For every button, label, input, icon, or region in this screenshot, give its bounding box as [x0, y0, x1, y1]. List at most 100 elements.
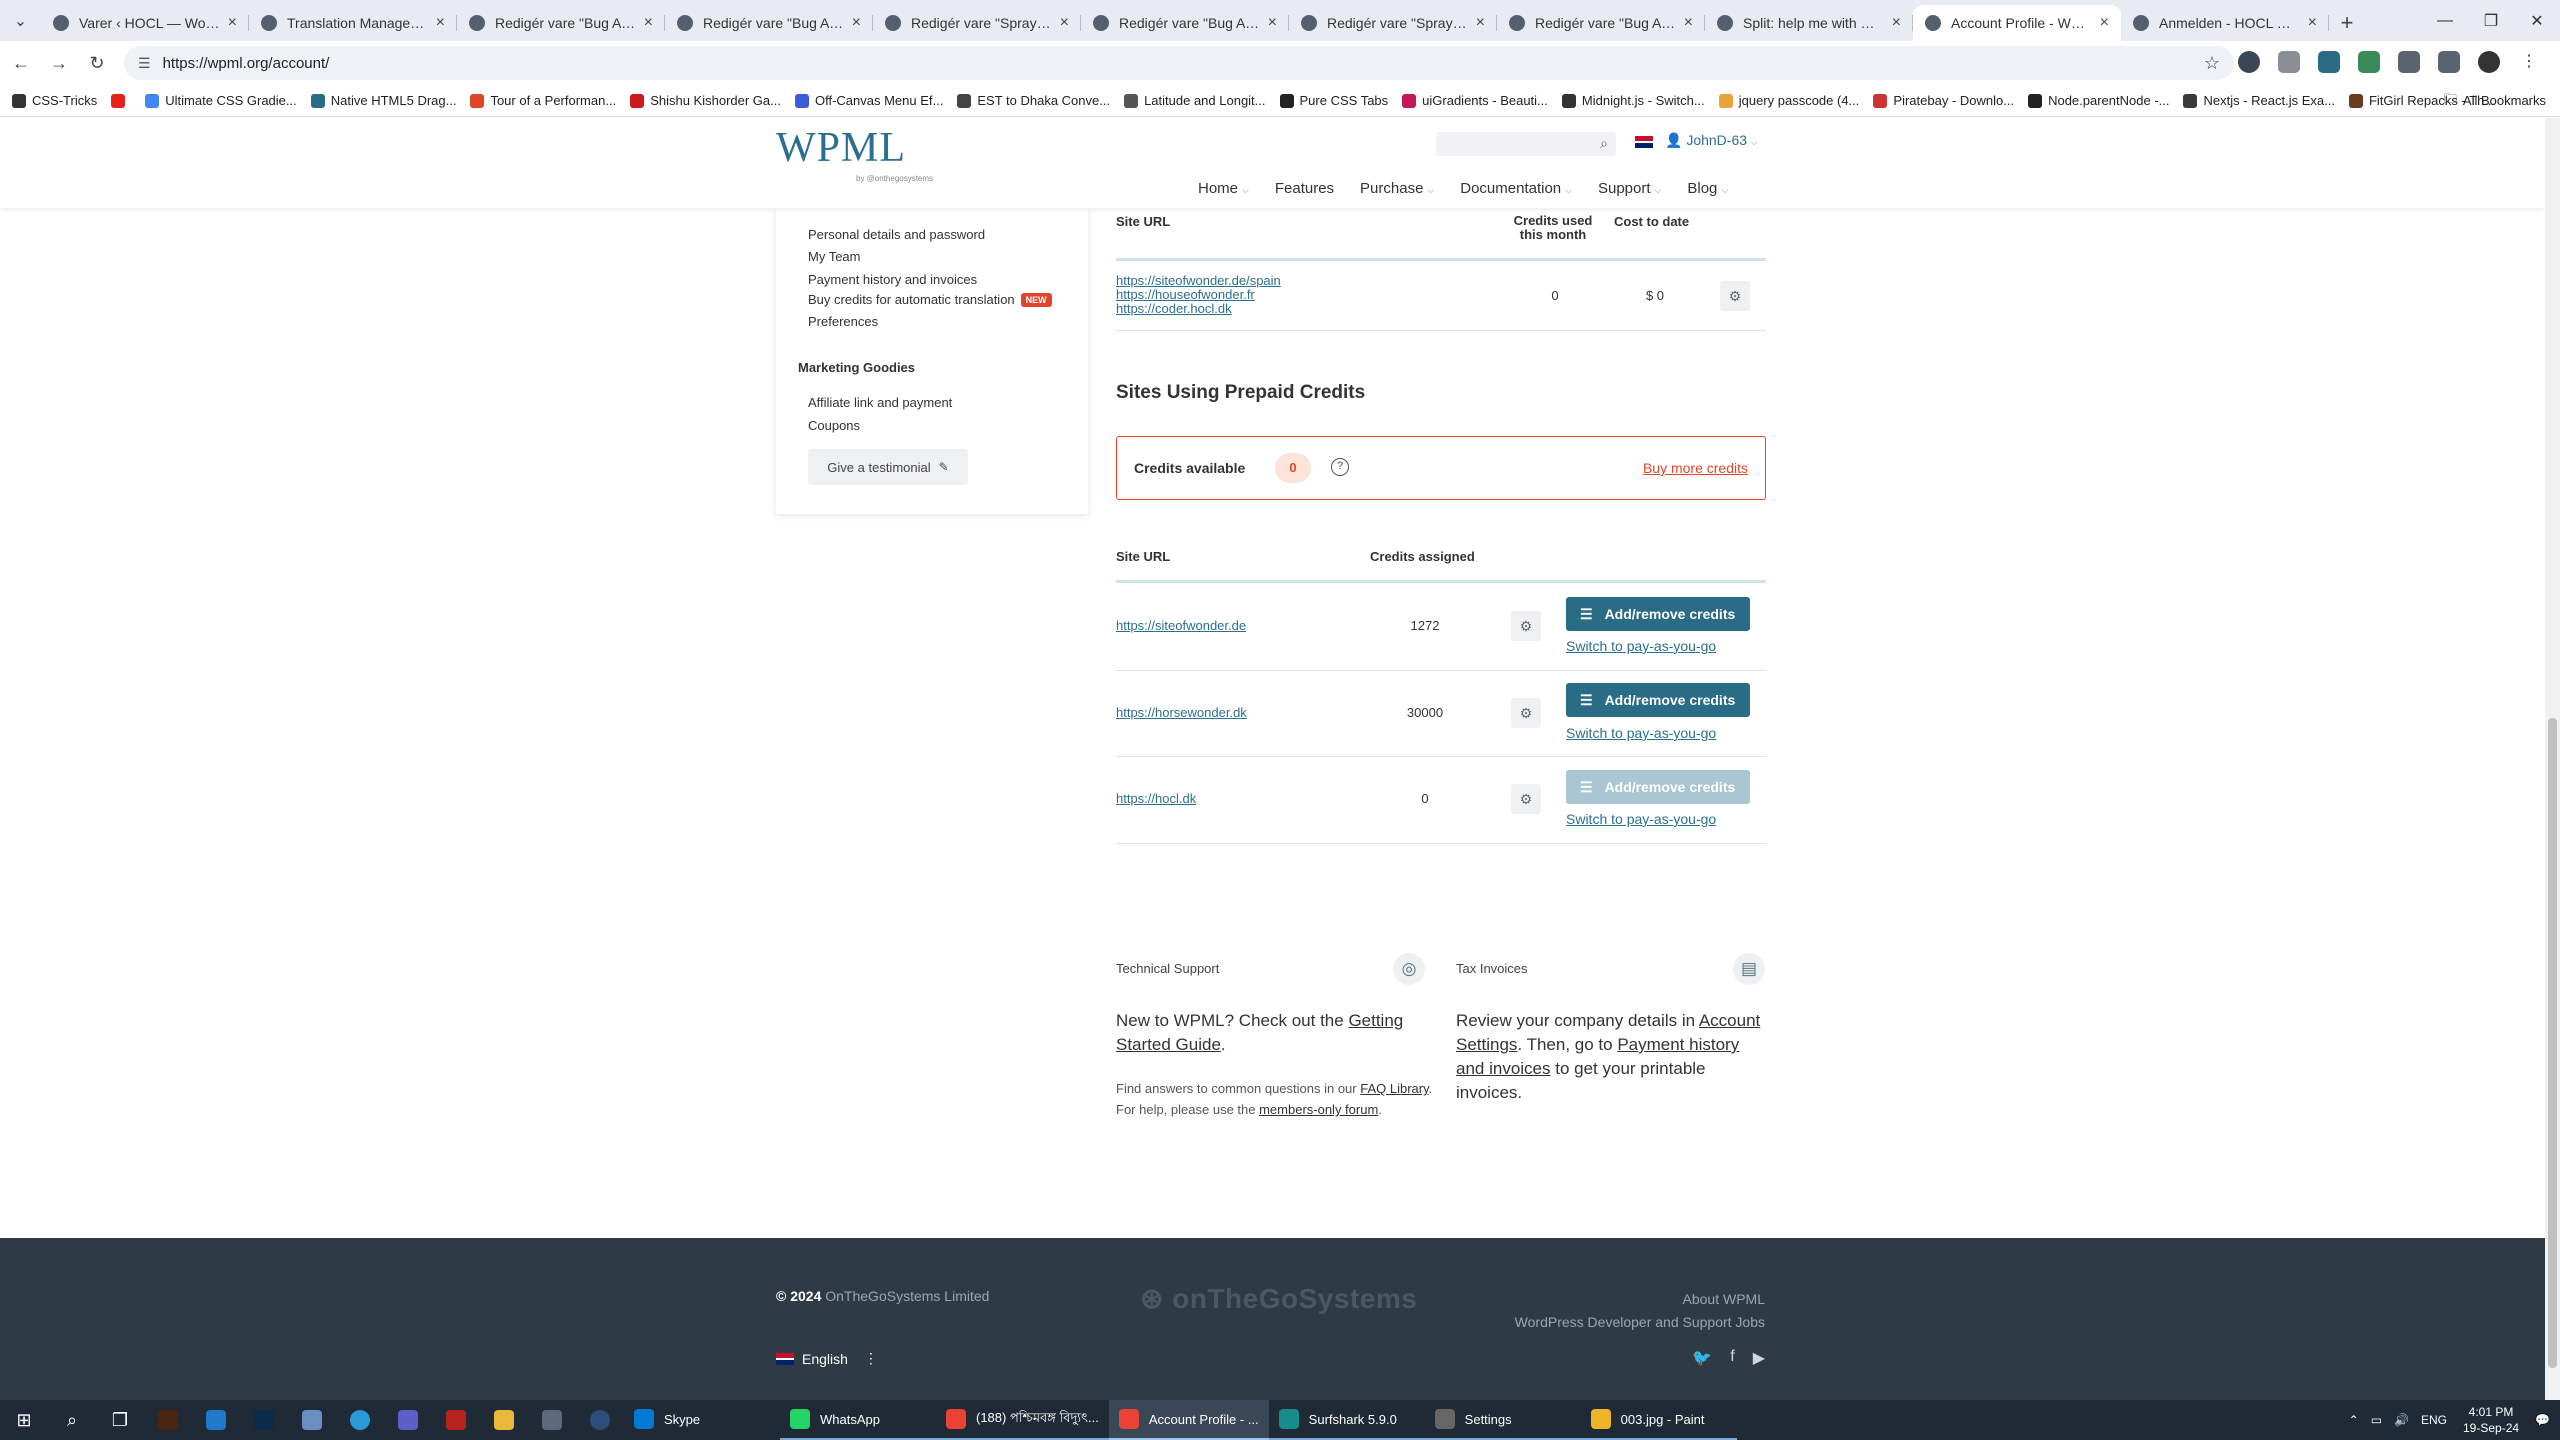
menu-kebab-icon[interactable]: ⋮	[2518, 51, 2540, 73]
extension-icon[interactable]	[2238, 51, 2260, 73]
tab-close-icon[interactable]: ×	[1684, 14, 1693, 32]
switch-to-payg-link[interactable]: Switch to pay-as-you-go	[1566, 725, 1716, 741]
give-testimonial-button[interactable]: Give a testimonial ✎	[808, 449, 968, 485]
sidebar-link-preferences[interactable]: Preferences	[808, 314, 878, 329]
tab-close-icon[interactable]: ×	[2308, 14, 2317, 32]
taskbar-app[interactable]: Settings	[1424, 1400, 1581, 1440]
sidebar-link-buy-credits[interactable]: Buy credits for automatic translation NEW	[808, 292, 1052, 307]
extension-icon[interactable]	[2318, 51, 2340, 73]
bookmark-item[interactable]: EST to Dhaka Conve...	[957, 93, 1110, 108]
site-info-icon[interactable]: ☰	[138, 55, 151, 72]
profile-avatar[interactable]	[2478, 51, 2500, 73]
bookmark-item[interactable]: Midnight.js - Switch...	[1561, 93, 1705, 108]
start-icon[interactable]: ⊞	[0, 1400, 48, 1440]
file-explorer-icon[interactable]	[480, 1400, 528, 1440]
twitter-icon[interactable]: 🐦	[1692, 1348, 1712, 1368]
tab-close-icon[interactable]: ×	[852, 14, 861, 32]
sidebar-link-coupons[interactable]: Coupons	[808, 418, 860, 433]
bookmark-item[interactable]: uiGradients - Beauti...	[1402, 93, 1548, 108]
browser-tab[interactable]: Translation Management ×	[249, 5, 457, 41]
bookmark-item[interactable]: Node.parentNode -...	[2028, 93, 2169, 108]
tab-close-icon[interactable]: ×	[228, 14, 237, 32]
edge-icon[interactable]	[336, 1400, 384, 1440]
close-window-button[interactable]: ✕	[2514, 0, 2560, 41]
bookmark-item[interactable]: Ultimate CSS Gradie...	[145, 93, 297, 108]
tab-close-icon[interactable]: ×	[644, 14, 653, 32]
bookmark-item[interactable]: Tour of a Performan...	[470, 93, 616, 108]
nav-item[interactable]: Purchase ⌵	[1360, 180, 1434, 197]
browser-tab[interactable]: Redigér vare "Spray anti- ×	[873, 5, 1081, 41]
company-link[interactable]: OnTheGoSystems Limited	[825, 1288, 989, 1304]
page-scrollbar[interactable]	[2545, 118, 2560, 1403]
payg-site-link[interactable]: https://coder.hocl.dk	[1116, 302, 1281, 316]
all-bookmarks-folder[interactable]: 🗀 All Bookmarks	[2444, 90, 2546, 112]
minimize-button[interactable]: —	[2422, 0, 2468, 41]
teams-icon[interactable]	[384, 1400, 432, 1440]
taskbar-app[interactable]: Account Profile - ...	[1108, 1400, 1269, 1440]
facebook-icon[interactable]: f	[1730, 1348, 1734, 1368]
payg-site-link[interactable]: https://siteofwonder.de/spain	[1116, 274, 1281, 288]
sidebar-link-personal-details[interactable]: Personal details and password	[808, 227, 985, 242]
switch-to-payg-link[interactable]: Switch to pay-as-you-go	[1566, 638, 1716, 654]
jobs-link[interactable]: WordPress Developer and Support Jobs	[1515, 1311, 1765, 1334]
address-bar[interactable]: ☰ https://wpml.org/account/ ☆	[124, 46, 2234, 80]
search-icon[interactable]: ⌕	[1600, 135, 1608, 152]
nav-item[interactable]: Home ⌵	[1198, 180, 1249, 197]
back-icon[interactable]: ←	[4, 46, 38, 80]
bookmark-item[interactable]: Latitude and Longit...	[1124, 93, 1266, 108]
gear-icon[interactable]: ⚙	[1511, 698, 1541, 728]
browser-tab[interactable]: Redigér vare "Spray Bug A ×	[1289, 5, 1497, 41]
input-language[interactable]: ENG	[2421, 1413, 2447, 1427]
payg-site-link[interactable]: https://houseofwonder.fr	[1116, 288, 1281, 302]
browser-tab[interactable]: Redigér vare "Bug Away S ×	[665, 5, 873, 41]
extensions-puzzle-icon[interactable]	[2398, 51, 2420, 73]
browser-tab[interactable]: Account Profile - WPML ×	[1913, 5, 2121, 41]
bookmark-item[interactable]: Nextjs - React.js Exa...	[2183, 93, 2335, 108]
search-icon[interactable]: ⌕	[48, 1400, 96, 1440]
prepaid-site-link[interactable]: https://siteofwonder.de	[1116, 618, 1246, 633]
bookmark-star-icon[interactable]: ☆	[2204, 53, 2220, 74]
members-forum-link[interactable]: members-only forum	[1259, 1102, 1378, 1117]
tray-chevron-icon[interactable]: ⌃	[2349, 1413, 2359, 1427]
footer-language-switcher[interactable]: English ⋮	[776, 1350, 878, 1367]
browser-tab[interactable]: Split: help me with my bil ×	[1705, 5, 1913, 41]
wpml-logo[interactable]: WPML by @onthegosystems	[776, 124, 936, 186]
sidebar-link-payment-history[interactable]: Payment history and invoices	[808, 272, 977, 287]
app-icon[interactable]	[288, 1400, 336, 1440]
task-view-icon[interactable]: ❐	[96, 1400, 144, 1440]
new-tab-button[interactable]: +	[2329, 5, 2365, 41]
gear-icon[interactable]: ⚙	[1511, 784, 1541, 814]
extension-icon[interactable]	[2278, 51, 2300, 73]
volume-icon[interactable]: 🔊	[2394, 1413, 2409, 1427]
browser-tab[interactable]: Redigér vare "Bug Away S ×	[1081, 5, 1289, 41]
bookmark-item[interactable]: Piratebay - Downlo...	[1873, 93, 2014, 108]
restore-button[interactable]: ❐	[2468, 0, 2514, 41]
taskbar-app[interactable]: 003.jpg - Paint	[1580, 1400, 1737, 1440]
bookmark-item[interactable]: Shishu Kishorder Ga...	[630, 93, 781, 108]
tab-search-icon[interactable]: ⌄	[0, 0, 41, 41]
browser-tab[interactable]: Varer ‹ HOCL — WordPress ×	[41, 5, 249, 41]
taskbar-app[interactable]: Skype	[624, 1400, 780, 1440]
browser-tab[interactable]: Redigér vare "Bug Away S ×	[457, 5, 665, 41]
filezilla-icon[interactable]	[432, 1400, 480, 1440]
switch-to-payg-link[interactable]: Switch to pay-as-you-go	[1566, 811, 1716, 827]
bookmark-item[interactable]: CSS-Tricks	[12, 93, 97, 108]
notifications-icon[interactable]: 💬	[2535, 1413, 2550, 1427]
sidebar-link-my-team[interactable]: My Team	[808, 249, 861, 264]
gear-icon[interactable]: ⚙	[1511, 611, 1541, 641]
tab-close-icon[interactable]: ×	[2100, 14, 2109, 32]
add-remove-credits-button[interactable]: ☰ Add/remove credits	[1566, 683, 1750, 717]
bookmark-item[interactable]: jquery passcode (4...	[1718, 93, 1859, 108]
network-icon[interactable]: ▭	[2371, 1413, 2382, 1427]
nav-item[interactable]: Blog ⌵	[1687, 180, 1728, 197]
tab-close-icon[interactable]: ×	[1060, 14, 1069, 32]
bookmark-item[interactable]: Off-Canvas Menu Ef...	[794, 93, 943, 108]
user-menu[interactable]: 👤 JohnD-63 ⌵	[1665, 132, 1758, 149]
bookmark-item[interactable]	[111, 93, 131, 108]
taskbar-app[interactable]: WhatsApp	[780, 1400, 936, 1440]
vscode-icon[interactable]	[192, 1400, 240, 1440]
prepaid-site-link[interactable]: https://hocl.dk	[1116, 791, 1196, 806]
bookmark-item[interactable]: Native HTML5 Drag...	[310, 93, 456, 108]
nav-item[interactable]: Support ⌵	[1598, 180, 1661, 197]
otgs-logo[interactable]: ⊛ onTheGoSystems	[1140, 1282, 1417, 1315]
